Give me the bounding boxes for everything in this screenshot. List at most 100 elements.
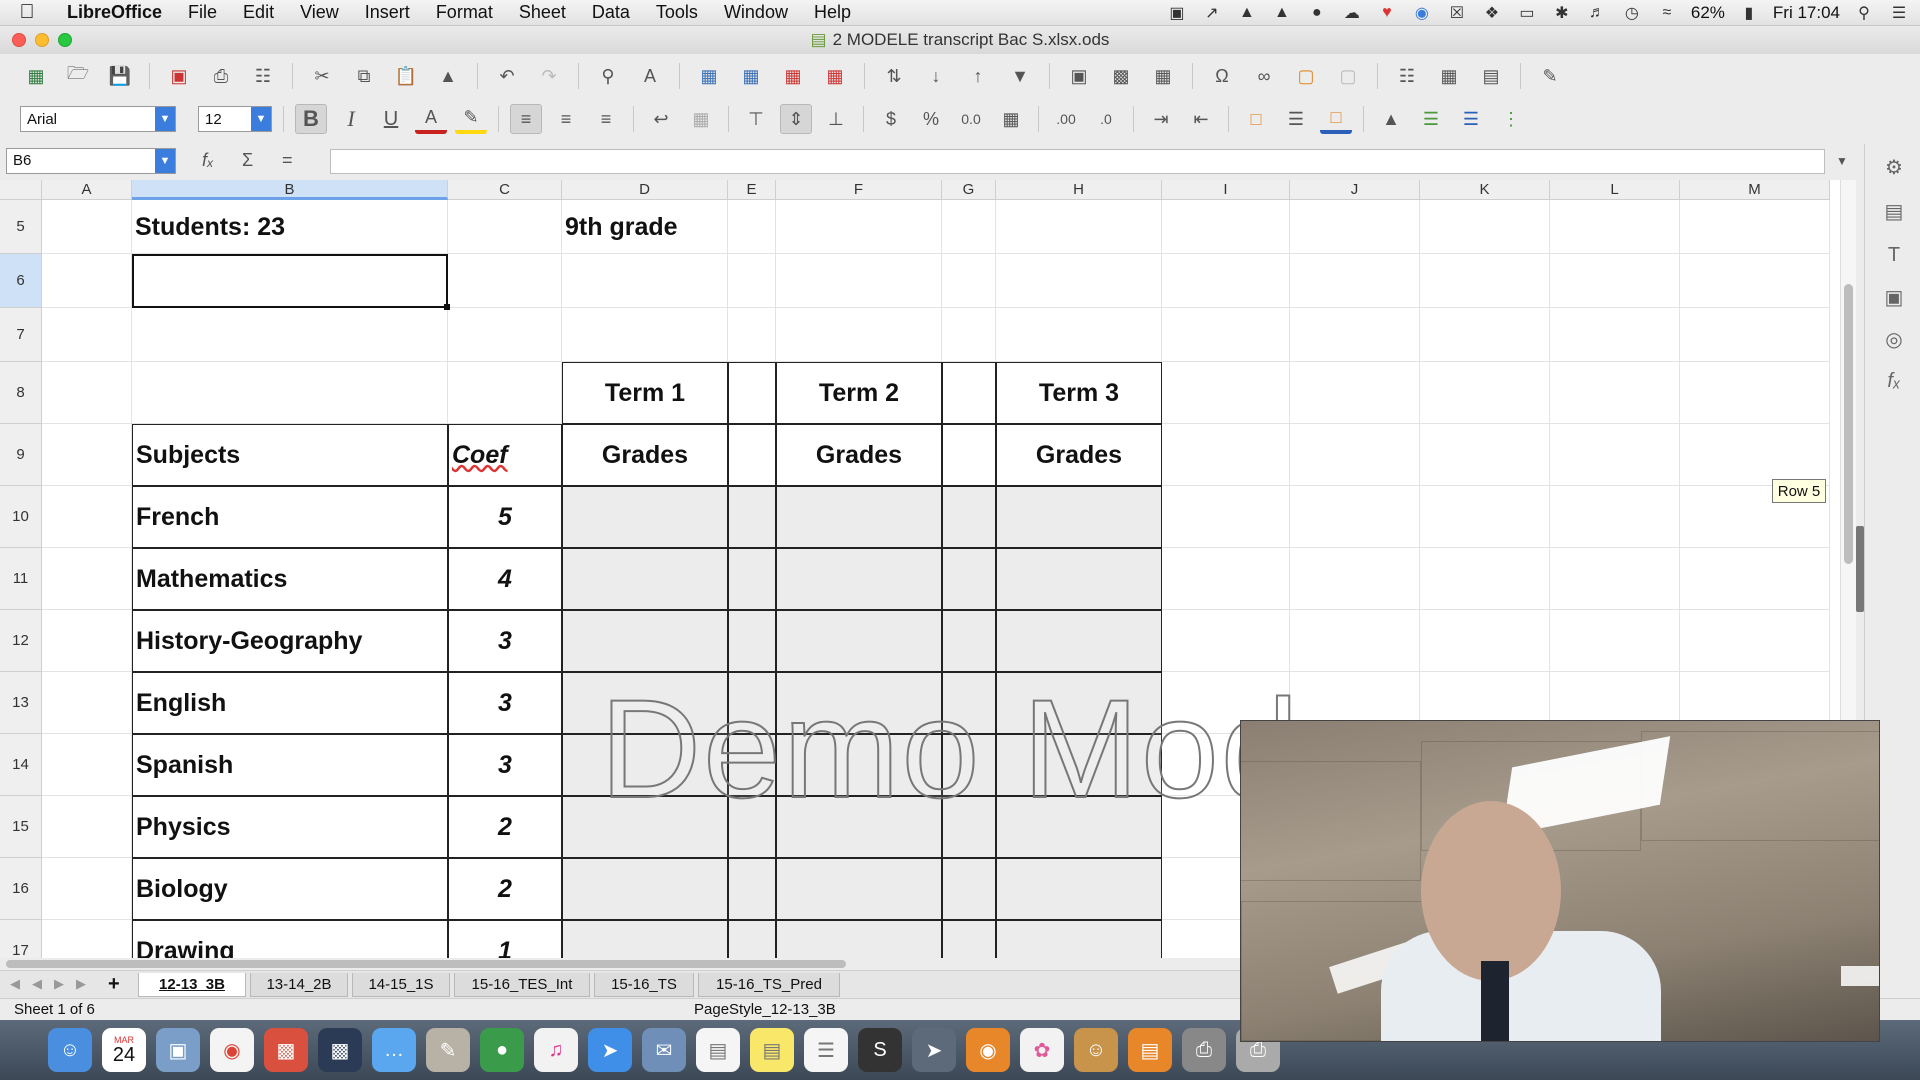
ibooks-icon[interactable]: ▤ — [1128, 1028, 1172, 1072]
evernote-tray-icon[interactable]: ● — [1306, 4, 1328, 21]
sheet-tab-15-16-ts-pred[interactable]: 15-16_TS_Pred — [698, 973, 840, 997]
grade-cell[interactable] — [562, 548, 728, 610]
cell-grades-2[interactable]: Grades — [776, 424, 942, 486]
stickies-icon[interactable]: ▤ — [750, 1028, 794, 1072]
select-all-corner[interactable] — [0, 180, 42, 200]
grade-cell[interactable] — [942, 734, 996, 796]
cell-coef-english[interactable]: 3 — [448, 672, 562, 734]
column-header-m[interactable]: M — [1680, 180, 1830, 200]
sum-icon[interactable]: Σ — [242, 150, 253, 171]
align-top-icon[interactable]: ⊤ — [740, 104, 772, 134]
row-header-6[interactable]: 6 — [0, 254, 42, 308]
cell-coef-physics[interactable]: 2 — [448, 796, 562, 858]
reminders-icon[interactable]: ☰ — [804, 1028, 848, 1072]
sidebar-settings-icon[interactable]: ⚙ — [1881, 154, 1907, 180]
align-bottom-icon[interactable]: ⊥ — [820, 104, 852, 134]
add-sheet-icon[interactable]: + — [108, 973, 120, 996]
column-header-h[interactable]: H — [996, 180, 1162, 200]
menu-view[interactable]: View — [287, 2, 352, 23]
grade-cell[interactable] — [776, 548, 942, 610]
cell-subject-spanish[interactable]: Spanish — [132, 734, 448, 796]
menu-edit[interactable]: Edit — [230, 2, 287, 23]
grade-cell[interactable] — [996, 672, 1162, 734]
font-name-combo[interactable]: Arial ▼ — [20, 106, 176, 132]
more-formats-icon[interactable]: ⋮ — [1495, 104, 1527, 134]
add-decimal-icon[interactable]: .00 — [1050, 104, 1082, 134]
grade-cell[interactable] — [728, 486, 776, 548]
formula-icon[interactable]: = — [282, 150, 293, 171]
cell-subject-mathematics[interactable]: Mathematics — [132, 548, 448, 610]
sheet-tab-15-16-ts[interactable]: 15-16_TS — [594, 973, 694, 997]
grade-cell[interactable] — [728, 610, 776, 672]
hyperlink-icon[interactable]: ∞ — [1248, 61, 1280, 91]
date-format-icon[interactable]: ▦ — [995, 104, 1027, 134]
grade-cell[interactable] — [562, 672, 728, 734]
column-header-d[interactable]: D — [562, 180, 728, 200]
next-sheet-icon[interactable]: ▶ — [54, 976, 64, 992]
undo-icon[interactable]: ↶ — [491, 61, 523, 91]
grade-cell[interactable] — [996, 548, 1162, 610]
column-header-k[interactable]: K — [1420, 180, 1550, 200]
row-icon[interactable]: ▦ — [693, 61, 725, 91]
highlight-color-icon[interactable]: ✎ — [455, 104, 487, 134]
delete-column-icon[interactable]: ▦ — [819, 61, 851, 91]
grade-cell[interactable] — [562, 486, 728, 548]
grade-cell[interactable] — [996, 796, 1162, 858]
cell-grades-3[interactable]: Grades — [996, 424, 1162, 486]
app-menu[interactable]: LibreOffice — [54, 2, 175, 23]
grade-cell[interactable] — [728, 548, 776, 610]
grade-cell[interactable] — [562, 796, 728, 858]
grade-cell[interactable] — [942, 858, 996, 920]
grade-cell[interactable] — [728, 858, 776, 920]
styles-deck-icon[interactable]: T — [1881, 242, 1907, 268]
italic-icon[interactable]: I — [335, 104, 367, 134]
expand-formula-icon[interactable]: ▼ — [1836, 154, 1848, 168]
finder-icon[interactable]: ☺ — [48, 1028, 92, 1072]
itunes-icon[interactable]: ♫ — [534, 1028, 578, 1072]
chevron-down-icon[interactable]: ▼ — [251, 107, 271, 131]
decrease-indent-icon[interactable]: ⇤ — [1185, 104, 1217, 134]
keynote-icon[interactable]: ▩ — [264, 1028, 308, 1072]
save-icon[interactable]: 💾 — [104, 61, 136, 91]
chart-icon[interactable]: ▩ — [1105, 61, 1137, 91]
sort-descending-icon[interactable]: ↑ — [962, 61, 994, 91]
sort-ascending-icon[interactable]: ↓ — [920, 61, 952, 91]
last-sheet-icon[interactable]: ▶ — [76, 976, 86, 992]
styles-icon[interactable]: ☰ — [1455, 104, 1487, 134]
row-header-15[interactable]: 15 — [0, 796, 42, 858]
grade-cell[interactable] — [776, 486, 942, 548]
cut-icon[interactable]: ✂ — [306, 61, 338, 91]
wrap-text-icon[interactable]: ↩ — [645, 104, 677, 134]
close-window-button[interactable] — [12, 33, 26, 47]
column-header-l[interactable]: L — [1550, 180, 1680, 200]
previous-sheet-icon[interactable]: ◀ — [32, 976, 42, 992]
row-header-12[interactable]: 12 — [0, 610, 42, 672]
cell-term-3[interactable]: Term 3 — [996, 362, 1162, 424]
export-pdf-icon[interactable]: ▣ — [163, 61, 195, 91]
cell-subject-french[interactable]: French — [132, 486, 448, 548]
grade-cell[interactable] — [728, 920, 776, 958]
bluetooth-icon[interactable]: ✱ — [1551, 5, 1573, 22]
close-box-icon[interactable]: ☒ — [1446, 5, 1468, 22]
cell-subject-history-geography[interactable]: History-Geography — [132, 610, 448, 672]
horizontal-scroll-thumb[interactable] — [6, 960, 846, 968]
column-header-e[interactable]: E — [728, 180, 776, 200]
paste-icon[interactable]: 📋 — [390, 61, 422, 91]
special-character-icon[interactable]: Ω — [1206, 61, 1238, 91]
navigator-icon[interactable]: ◎ — [1881, 326, 1907, 352]
delete-row-icon[interactable]: ▦ — [777, 61, 809, 91]
currency-format-icon[interactable]: $ — [875, 104, 907, 134]
cell-coef-spanish[interactable]: 3 — [448, 734, 562, 796]
grade-cell[interactable] — [562, 610, 728, 672]
pivot-table-icon[interactable]: ▦ — [1147, 61, 1179, 91]
borders-icon[interactable]: □ — [1240, 104, 1272, 134]
number-format-icon[interactable]: 0.0 — [955, 104, 987, 134]
menu-insert[interactable]: Insert — [352, 2, 423, 23]
functions-icon[interactable]: fₓ — [1881, 368, 1907, 394]
sheet-tab-12-13-3b[interactable]: 12-13_3B — [138, 973, 246, 997]
cloud-icon[interactable]: ☁ — [1341, 5, 1363, 22]
sort-icon[interactable]: ⇅ — [878, 61, 910, 91]
spelling-icon[interactable]: A — [634, 61, 666, 91]
sheet-tab-14-15-1s[interactable]: 14-15_1S — [352, 973, 450, 997]
row-header-17[interactable]: 17 — [0, 920, 42, 958]
